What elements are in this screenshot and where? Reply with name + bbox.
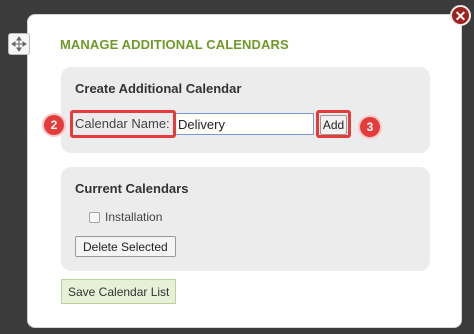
calendar-checkbox[interactable] <box>89 211 100 223</box>
calendar-item-label: Installation <box>105 210 163 224</box>
save-calendar-list-button[interactable]: Save Calendar List <box>61 279 177 304</box>
highlight-calendar-name <box>70 110 176 138</box>
create-calendar-heading: Create Additional Calendar <box>75 81 242 96</box>
move-icon <box>11 36 27 52</box>
move-handle[interactable] <box>8 33 30 55</box>
calendar-name-input[interactable] <box>174 113 314 135</box>
step-badge-2: 2 <box>44 115 64 135</box>
calendar-item[interactable]: Installation <box>89 210 162 224</box>
close-button[interactable]: ✕ <box>450 5 471 26</box>
dialog-title: MANAGE ADDITIONAL CALENDARS <box>60 37 289 52</box>
step-badge-3: 3 <box>360 117 380 137</box>
highlight-add-button <box>316 110 351 138</box>
delete-selected-button[interactable]: Delete Selected <box>75 236 176 257</box>
current-calendars-heading: Current Calendars <box>75 181 189 196</box>
close-icon: ✕ <box>454 7 467 24</box>
